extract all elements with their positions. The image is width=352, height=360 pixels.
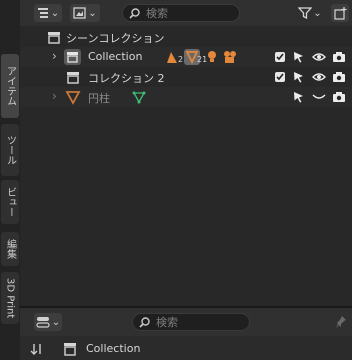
tab-item-label: アイテム	[4, 66, 16, 106]
tab-view-label: ビュー	[4, 187, 16, 217]
tab-edit[interactable]: 編集	[1, 232, 19, 266]
render-camera-icon[interactable]	[332, 71, 346, 83]
display-mode-button[interactable]: ⌄	[70, 4, 100, 22]
pin-icon[interactable]	[335, 315, 347, 329]
new-collection-button[interactable]	[331, 4, 349, 22]
properties-panel: ⌄ 検索 Collection	[20, 308, 352, 360]
properties-search-input[interactable]: 検索	[132, 313, 250, 331]
mesh-data-green-icon[interactable]	[132, 90, 146, 104]
render-camera-icon[interactable]	[332, 91, 346, 103]
tab-view[interactable]: ビュー	[1, 180, 19, 224]
collection-label: Collection	[88, 50, 143, 63]
view-layer-icon	[73, 7, 86, 19]
collection-box-icon	[67, 72, 79, 84]
tree-row-collection-2[interactable]: コレクション 2	[20, 67, 352, 87]
tab-edit-label: 編集	[4, 239, 16, 259]
tab-3d-print-label: 3D Print	[4, 277, 16, 319]
tab-tool[interactable]: ツール	[1, 124, 19, 176]
tree-row-cylinder[interactable]: › 円柱	[20, 87, 352, 107]
outliner-header: ⌄ ⌄ 検索 ⌄	[20, 0, 352, 26]
cylinder-label: 円柱	[88, 92, 110, 105]
mesh-count-badge: 2	[178, 55, 184, 64]
search-icon	[139, 316, 150, 328]
new-collection-icon	[333, 6, 346, 20]
filter-icon	[298, 7, 313, 19]
sort-icon[interactable]	[30, 342, 44, 356]
select-arrow-icon[interactable]	[293, 71, 304, 83]
collection-box-icon	[67, 52, 78, 63]
exclude-checkbox[interactable]	[275, 72, 285, 82]
search-input[interactable]: 検索	[122, 4, 240, 22]
properties-header: ⌄ 検索	[20, 308, 352, 336]
scene-collection-icon	[48, 32, 60, 44]
tab-item[interactable]: アイテム	[1, 54, 19, 118]
properties-body: Collection	[20, 336, 352, 360]
scene-collection-label: シーンコレクション	[66, 32, 165, 45]
camera-icon[interactable]	[222, 50, 238, 64]
select-arrow-icon[interactable]	[293, 51, 304, 63]
search-placeholder: 検索	[146, 7, 168, 20]
chevron-down-icon: ⌄	[313, 7, 322, 19]
mesh-object-icon	[65, 91, 81, 105]
chevron-down-icon: ⌄	[51, 316, 61, 328]
render-camera-icon[interactable]	[332, 51, 346, 63]
collection-box-icon	[64, 343, 76, 356]
sidebar-tab-bar: アイテム ツール ビュー 編集 3D Print	[0, 0, 20, 360]
chevron-down-icon: ⌄	[88, 7, 97, 19]
collection-2-label: コレクション 2	[88, 72, 165, 85]
properties-collection-label: Collection	[86, 342, 141, 355]
mesh-data-icon[interactable]	[166, 50, 178, 64]
eye-icon[interactable]	[312, 52, 326, 62]
properties-editor-icon	[36, 317, 50, 328]
collection-icon-bg	[64, 49, 81, 65]
check-icon	[276, 53, 284, 61]
chevron-right-icon[interactable]: ›	[52, 89, 57, 103]
chevron-down-icon: ⌄	[50, 7, 60, 19]
eye-closed-icon[interactable]	[312, 92, 326, 102]
outliner-editor-icon	[37, 8, 48, 18]
exclude-checkbox[interactable]	[275, 52, 285, 62]
editor-type-button[interactable]: ⌄	[34, 4, 62, 22]
outliner-panel: ⌄ ⌄ 検索 ⌄ シーンコレクション › Collection 2 21 コレク…	[20, 0, 352, 308]
select-arrow-icon[interactable]	[293, 91, 304, 103]
light-bulb-icon[interactable]	[206, 50, 218, 64]
check-icon	[276, 73, 284, 81]
tab-3d-print[interactable]: 3D Print	[1, 272, 19, 324]
editor-type-button[interactable]: ⌄	[34, 313, 62, 331]
chevron-right-icon[interactable]: ›	[52, 49, 57, 63]
tab-tool-label: ツール	[4, 135, 16, 165]
tree-row-scene-collection[interactable]: シーンコレクション	[20, 27, 352, 47]
search-icon	[129, 7, 140, 19]
search-placeholder: 検索	[156, 316, 178, 329]
filter-button[interactable]: ⌄	[296, 4, 324, 22]
eye-icon[interactable]	[312, 72, 326, 82]
tree-row-collection[interactable]: › Collection 2 21	[20, 47, 352, 67]
